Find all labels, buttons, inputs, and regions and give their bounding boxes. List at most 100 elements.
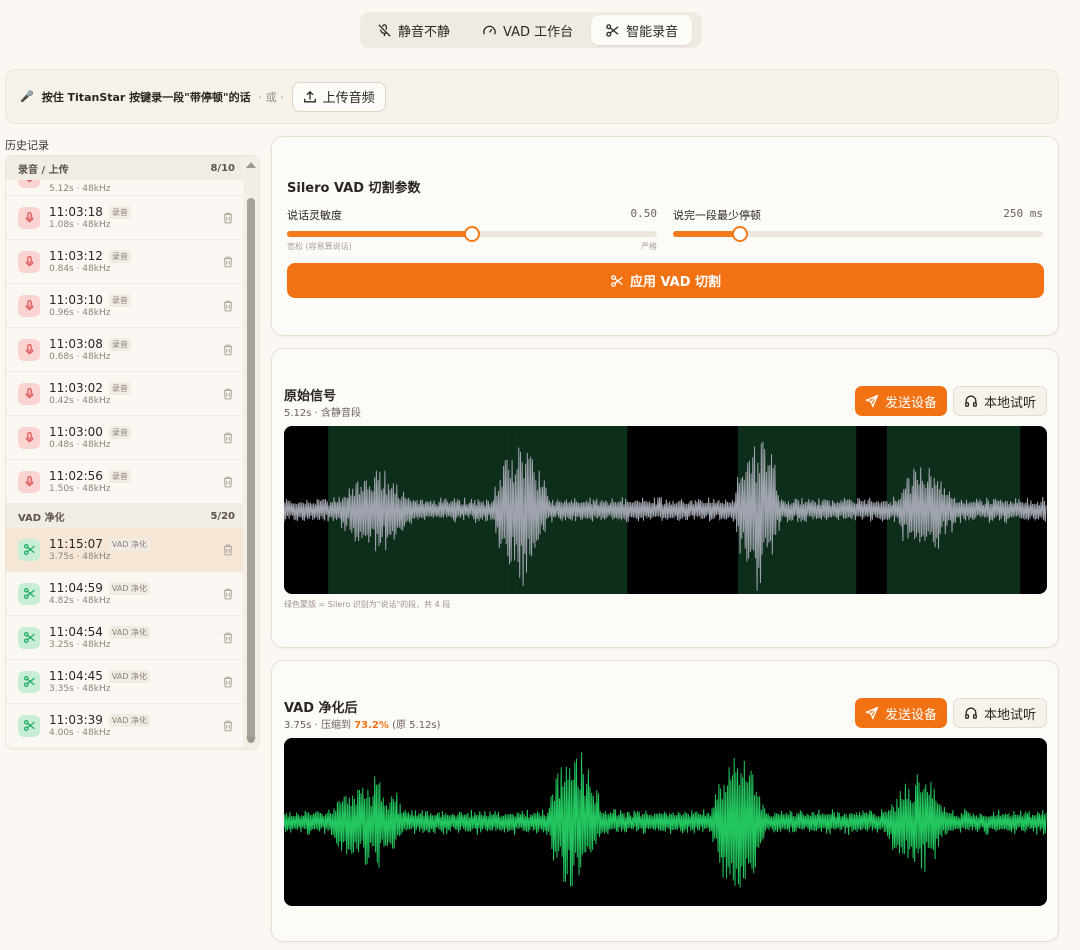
- trash-icon[interactable]: [221, 211, 235, 225]
- gauge-icon: [483, 25, 496, 35]
- recording-badge: [18, 294, 40, 317]
- trash-icon[interactable]: [221, 675, 235, 689]
- listen-label: 本地试听: [983, 395, 1036, 411]
- tab-smart-record[interactable]: 智能录音: [591, 15, 693, 45]
- history-item[interactable]: 5.12s · 48kHz: [6, 180, 245, 196]
- history-item[interactable]: 11:03:39 VAD 净化 4.00s · 48kHz: [6, 704, 245, 748]
- history-item[interactable]: 11:04:59 VAD 净化 4.82s · 48kHz: [6, 572, 245, 616]
- tab-label: 静音不静: [398, 24, 451, 40]
- item-tag: 录音: [108, 205, 131, 219]
- item-tag: 录音: [108, 337, 131, 351]
- history-item[interactable]: 11:02:56 录音 1.50s · 48kHz: [6, 460, 245, 504]
- upload-audio-button[interactable]: 上传音频: [291, 81, 386, 112]
- item-time: 11:03:02: [49, 381, 103, 395]
- sensitivity-slider-block: 说话灵敏度 0.50 宽松 (容易算说话) 严格: [287, 207, 657, 252]
- trash-icon[interactable]: [221, 343, 235, 357]
- headphones-icon: [965, 395, 977, 407]
- scroll-down-arrow[interactable]: [246, 737, 256, 743]
- scissors-icon: [23, 719, 35, 732]
- item-time: 11:03:08: [49, 337, 103, 351]
- history-scrollbar[interactable]: [243, 156, 259, 749]
- sensitivity-left-end: 宽松 (容易算说话): [287, 242, 352, 251]
- trash-icon[interactable]: [221, 387, 235, 401]
- group-name: VAD 净化: [18, 512, 65, 524]
- scissors-icon: [23, 543, 35, 556]
- item-time: 11:03:00: [49, 425, 103, 439]
- scroll-up-arrow[interactable]: [246, 162, 256, 168]
- sensitivity-slider[interactable]: [287, 226, 657, 242]
- history-item[interactable]: 11:03:12 录音 0.84s · 48kHz: [6, 240, 245, 284]
- item-time: 11:04:59: [49, 581, 103, 595]
- recording-badge: [18, 338, 40, 361]
- scissors-icon: [23, 675, 35, 688]
- item-time: 11:03:10: [49, 293, 103, 307]
- item-sub: 4.00s · 48kHz: [49, 728, 111, 738]
- history-item[interactable]: 11:04:45 VAD 净化 3.35s · 48kHz: [6, 660, 245, 704]
- item-sub: 4.82s · 48kHz: [49, 596, 111, 606]
- item-time: 11:03:39: [49, 713, 103, 727]
- scissors-icon: [606, 23, 619, 37]
- apply-vad-button[interactable]: 应用 VAD 切割: [287, 263, 1044, 298]
- tab-silence[interactable]: 静音不静: [363, 15, 464, 45]
- history-group-header: VAD 净化 5/20: [6, 504, 245, 528]
- trash-icon[interactable]: [221, 255, 235, 269]
- hint-or: · 或 ·: [258, 90, 284, 104]
- history-item[interactable]: 11:03:02 录音 0.42s · 48kHz: [6, 372, 245, 416]
- item-tag: 录音: [108, 469, 131, 483]
- history-item[interactable]: 11:03:00 录音 0.48s · 48kHz: [6, 416, 245, 460]
- item-tag: 录音: [108, 381, 131, 395]
- send-device-button[interactable]: 发送设备: [854, 698, 947, 728]
- min-pause-label: 说完一段最少停顿: [673, 209, 761, 222]
- trash-icon[interactable]: [221, 587, 235, 601]
- item-tag: 录音: [108, 249, 131, 263]
- local-listen-button[interactable]: 本地试听: [952, 698, 1047, 728]
- trash-icon[interactable]: [221, 543, 235, 557]
- vad-badge: [18, 538, 40, 561]
- scroll-thumb[interactable]: [247, 198, 255, 743]
- original-waveform: [284, 426, 1047, 594]
- trash-icon[interactable]: [221, 631, 235, 645]
- item-sub: 0.48s · 48kHz: [49, 440, 111, 450]
- mode-tabs: 静音不静 VAD 工作台 智能录音: [360, 12, 702, 48]
- mic-icon: [25, 431, 33, 443]
- sensitivity-knob[interactable]: [464, 226, 480, 242]
- history-item[interactable]: 11:03:18 录音 1.08s · 48kHz: [6, 196, 245, 240]
- min-pause-slider[interactable]: [673, 226, 1043, 242]
- history-item[interactable]: 11:04:54 VAD 净化 3.25s · 48kHz: [6, 616, 245, 660]
- item-sub: 0.42s · 48kHz: [49, 396, 111, 406]
- send-icon: [864, 394, 879, 408]
- params-title: Silero VAD 切割参数: [287, 181, 421, 196]
- item-sub: 1.08s · 48kHz: [49, 220, 111, 230]
- item-tag: VAD 净化: [108, 625, 151, 639]
- send-device-button[interactable]: 发送设备: [854, 386, 947, 416]
- sensitivity-value: 0.50: [630, 207, 658, 220]
- cleaned-sub-prefix: 3.75s · 压缩到: [284, 720, 355, 731]
- item-tag: VAD 净化: [108, 537, 151, 551]
- sensitivity-label: 说话灵敏度: [287, 209, 342, 222]
- original-signal-card: 原始信号 5.12s · 含静音段 发送设备 本地试听 绿色蒙版 = Siler…: [271, 348, 1059, 648]
- history-item[interactable]: 11:03:10 录音 0.96s · 48kHz: [6, 284, 245, 328]
- item-time: 11:03:18: [49, 205, 103, 219]
- group-count: 5/20: [210, 510, 235, 522]
- min-pause-knob[interactable]: [731, 226, 748, 242]
- cleaned-sub-suffix: (原 5.12s): [388, 720, 441, 731]
- mic-icon: [25, 387, 33, 399]
- trash-icon[interactable]: [221, 431, 235, 445]
- min-pause-value: 250 ms: [1003, 207, 1043, 220]
- mic-icon: [25, 211, 33, 223]
- waveform-trace: [284, 752, 1047, 888]
- trash-icon[interactable]: [221, 719, 235, 733]
- history-group-header: 录音 / 上传 8/10: [6, 156, 245, 180]
- item-sub: 0.68s · 48kHz: [49, 352, 111, 362]
- trash-icon[interactable]: [221, 475, 235, 489]
- history-item[interactable]: 11:15:07 VAD 净化 3.75s · 48kHz: [6, 528, 245, 572]
- history-item[interactable]: 11:03:08 录音 0.68s · 48kHz: [6, 328, 245, 372]
- scissors-icon: [23, 631, 35, 644]
- item-sub: 3.35s · 48kHz: [49, 684, 111, 694]
- upload-label: 上传音频: [322, 91, 375, 106]
- item-tag: VAD 净化: [108, 669, 151, 683]
- local-listen-button[interactable]: 本地试听: [952, 386, 1047, 416]
- tab-vad-workbench[interactable]: VAD 工作台: [468, 15, 587, 45]
- trash-icon[interactable]: [221, 299, 235, 313]
- mic-off-icon: [378, 23, 391, 37]
